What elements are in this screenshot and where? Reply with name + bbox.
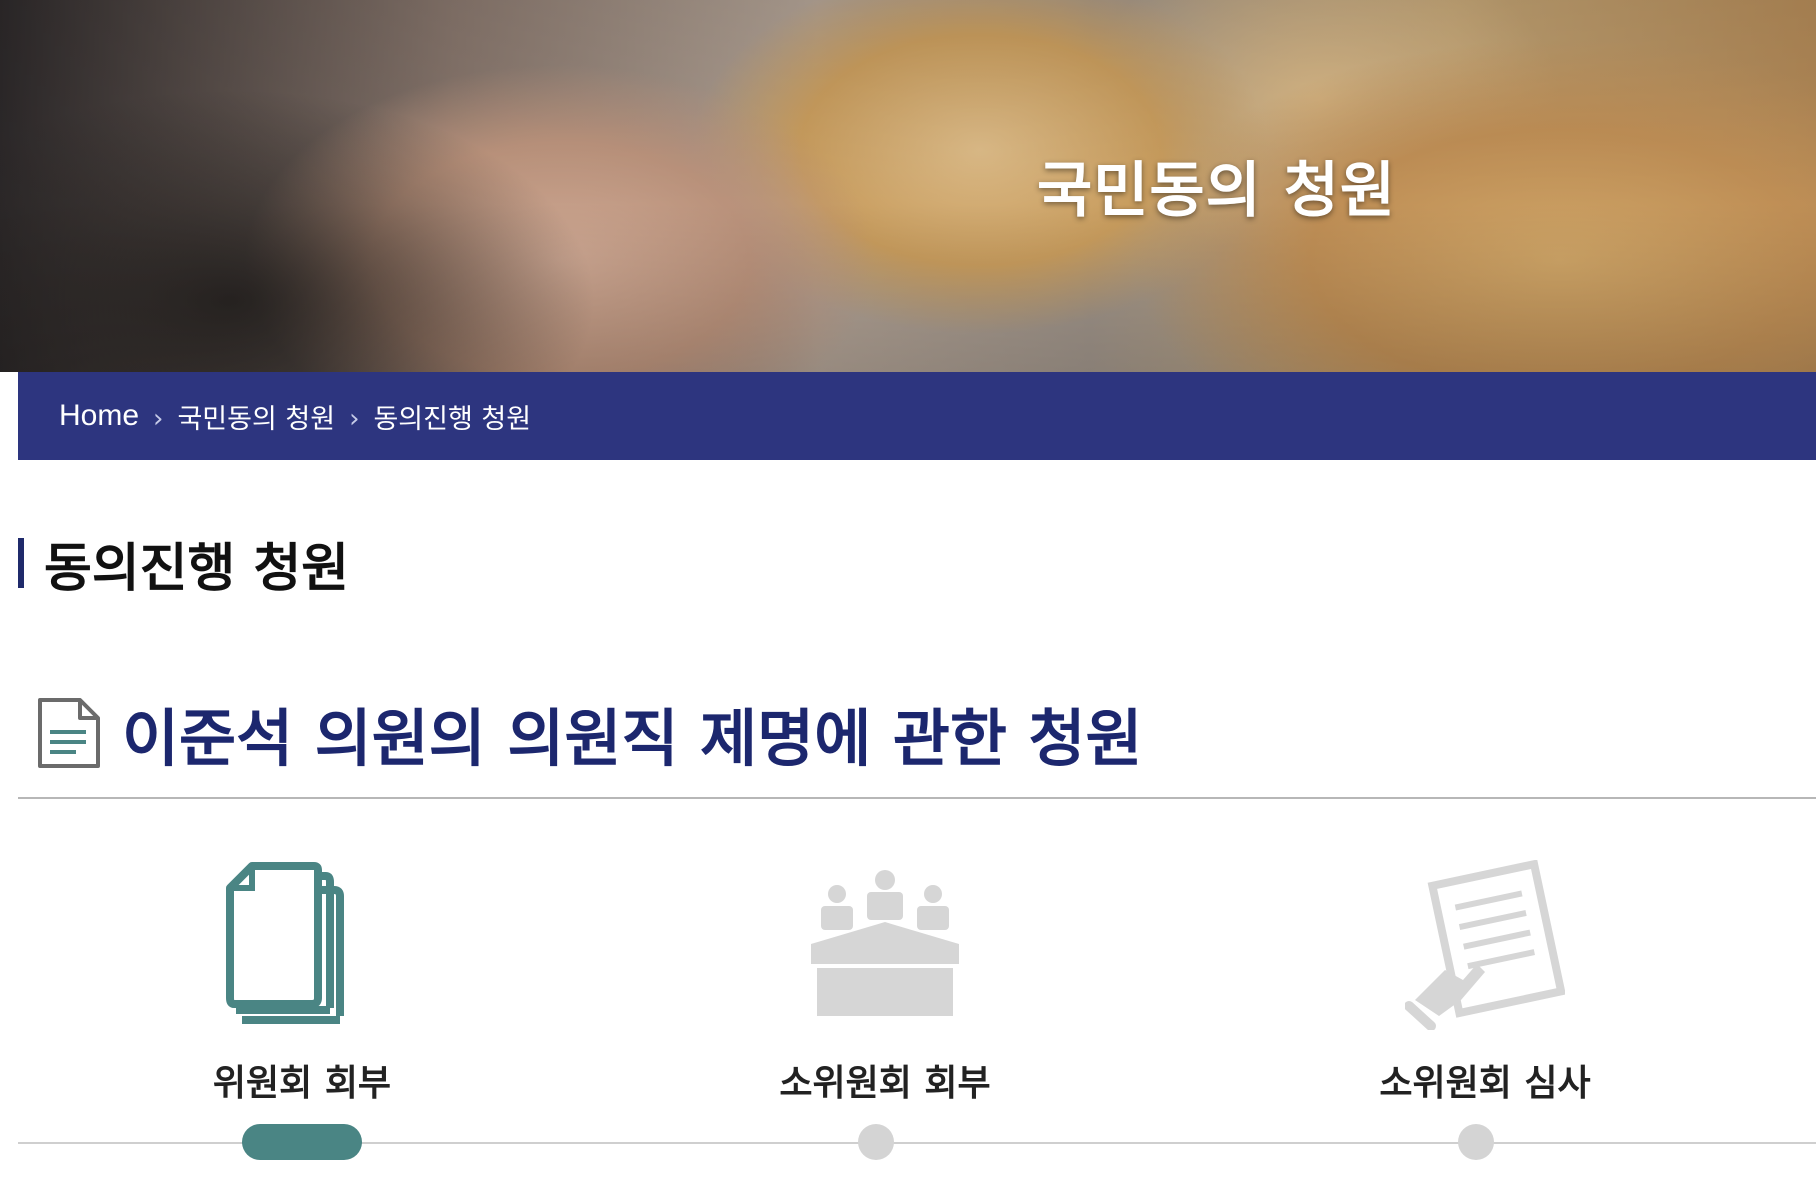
petition-title: 이준석 의원의 의원직 제명에 관한 청원 (122, 702, 1143, 775)
step-label: 소위원회 심사 (1379, 1063, 1591, 1104)
breadcrumb-home-link[interactable]: Home (59, 399, 139, 433)
meeting-table-icon (811, 870, 959, 1016)
step-indicator-active (242, 1124, 362, 1160)
step-indicator (1458, 1124, 1494, 1160)
page-title: 동의진행 청원 (44, 538, 350, 599)
step-committee-referral: 위원회 회부 (92, 860, 512, 1106)
step-indicator (858, 1124, 894, 1160)
breadcrumb-current-link[interactable]: 동의진행 청원 (373, 397, 531, 436)
breadcrumb-petition-link[interactable]: 국민동의 청원 (177, 397, 335, 436)
section-heading: 동의진행 청원 (18, 535, 349, 599)
chevron-right-icon: › (349, 404, 360, 434)
hero-title: 국민동의 청원 (1037, 156, 1397, 226)
document-review-icon (1405, 860, 1565, 1030)
title-divider (18, 797, 1816, 799)
hero-image-overlay (0, 0, 1816, 372)
step-label: 위원회 회부 (212, 1063, 392, 1104)
documents-stack-icon (226, 862, 344, 1024)
step-subcommittee-review: 소위원회 심사 (1275, 860, 1695, 1106)
step-subcommittee-referral: 소위원회 회부 (675, 860, 1095, 1106)
section-heading-bar (18, 538, 24, 588)
chevron-right-icon: › (153, 404, 164, 434)
breadcrumb: Home › 국민동의 청원 › 동의진행 청원 (18, 372, 1816, 460)
document-icon (38, 698, 100, 768)
hero-banner: 국민동의 청원 (0, 0, 1816, 372)
petition-heading: 이준석 의원의 의원직 제명에 관한 청원 (36, 688, 1143, 778)
step-label: 소위원회 회부 (779, 1063, 991, 1104)
